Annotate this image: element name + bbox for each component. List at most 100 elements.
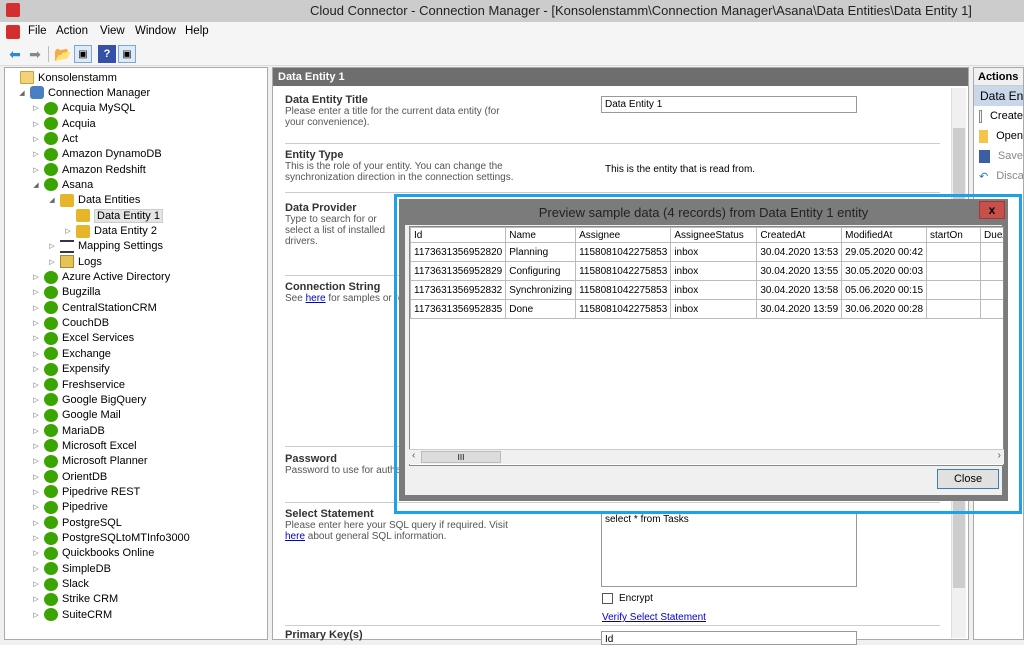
dialog-close-icon[interactable]: x (979, 201, 1005, 219)
table-cell[interactable]: 29.05.2020 00:42 (841, 242, 928, 262)
column-header[interactable]: Assignee (575, 227, 672, 243)
table-cell[interactable]: Done (505, 299, 577, 319)
table-cell[interactable]: inbox (670, 299, 758, 319)
table-cell[interactable]: 1173631356952829 (410, 261, 507, 281)
table-cell[interactable] (926, 299, 982, 319)
menu-help[interactable]: Help (185, 25, 209, 37)
expand-toggle-icon[interactable]: ▷ (31, 457, 41, 465)
action-save[interactable]: Save (974, 146, 1023, 166)
expand-toggle-icon[interactable]: ▷ (31, 288, 41, 296)
tree-item-connector[interactable]: ▷ Acquia (31, 116, 96, 131)
table-row[interactable]: 1173631356952820 Planning 1158081042275853… (410, 242, 1003, 262)
expand-toggle-icon[interactable]: ▷ (31, 304, 41, 312)
column-header[interactable]: startOn (926, 227, 982, 243)
tree-item-connector[interactable]: ▷ CentralStationCRM (31, 300, 157, 315)
expand-toggle-icon[interactable]: ▷ (31, 120, 41, 128)
tree-item-connector[interactable]: ▷ Google Mail (31, 408, 121, 423)
table-cell[interactable]: 30.06.2020 00:28 (841, 299, 928, 319)
column-header[interactable]: Name (505, 227, 577, 243)
expand-toggle-icon[interactable]: ▷ (31, 580, 41, 588)
table-cell[interactable] (980, 280, 1003, 300)
tree-item-connector[interactable]: ▷ Strike CRM (31, 592, 118, 607)
table-cell[interactable]: inbox (670, 280, 758, 300)
encrypt-checkbox[interactable] (602, 593, 613, 604)
table-cell[interactable]: 1158081042275853 (575, 280, 672, 300)
table-cell[interactable]: 05.06.2020 00:15 (841, 280, 928, 300)
table-row[interactable]: 1173631356952832 Synchronizing 11580810422… (410, 280, 1003, 300)
tree-item-connector[interactable]: ▷ MariaDB (31, 423, 105, 438)
expand-toggle-icon[interactable]: ▷ (31, 350, 41, 358)
table-cell[interactable]: Synchronizing (505, 280, 577, 300)
show-hide-tree-icon[interactable]: ▣ (74, 45, 92, 63)
tree-item-connector[interactable]: ▷ PostgreSQL (31, 515, 122, 530)
tree-item-connector[interactable]: ▷ Act (31, 131, 78, 146)
tree-item-connector[interactable]: ▷ Bugzilla (31, 285, 101, 300)
forward-arrow-icon[interactable]: ➡ (26, 45, 44, 63)
tree-item-konsolenstamm[interactable]: Konsolenstamm (7, 70, 117, 85)
scroll-left-icon[interactable]: ‹ (412, 450, 415, 461)
tree-item-logs[interactable]: ▷ Logs (47, 254, 102, 269)
column-header[interactable]: CreatedAt (756, 227, 843, 243)
expand-toggle-icon[interactable]: ▷ (47, 258, 57, 266)
table-cell[interactable]: 1158081042275853 (575, 261, 672, 281)
table-cell[interactable] (980, 242, 1003, 262)
tree-item-connector[interactable]: ▷ Amazon DynamoDB (31, 147, 162, 162)
tree-item-connector[interactable]: ▷ Pipedrive (31, 500, 108, 515)
expand-toggle-icon[interactable]: ◢ (47, 196, 57, 204)
expand-toggle-icon[interactable]: ◢ (17, 89, 27, 97)
table-cell[interactable]: 30.04.2020 13:55 (756, 261, 843, 281)
expand-toggle-icon[interactable]: ▷ (31, 427, 41, 435)
table-cell[interactable]: 30.05.2020 00:03 (841, 261, 928, 281)
table-cell[interactable]: 1173631356952820 (410, 242, 507, 262)
expand-toggle-icon[interactable]: ▷ (31, 442, 41, 450)
expand-toggle-icon[interactable]: ▷ (31, 104, 41, 112)
back-arrow-icon[interactable]: ⬅ (6, 45, 24, 63)
expand-toggle-icon[interactable]: ▷ (31, 611, 41, 619)
expand-toggle-icon[interactable]: ▷ (47, 242, 57, 250)
tree-item-connector[interactable]: ▷ SimpleDB (31, 561, 111, 576)
tree-item-connector[interactable]: ▷ Expensify (31, 362, 110, 377)
expand-toggle-icon[interactable]: ▷ (31, 565, 41, 573)
column-header[interactable]: DueAt (980, 227, 1003, 243)
table-row[interactable]: 1173631356952835 Done 1158081042275853 inbo… (410, 299, 1003, 319)
verify-select-statement-link[interactable]: Verify Select Statement (602, 612, 706, 623)
table-cell[interactable]: 30.04.2020 13:58 (756, 280, 843, 300)
tree-item-connection-manager[interactable]: ◢ Connection Manager (17, 85, 150, 100)
table-cell[interactable]: 1158081042275853 (575, 242, 672, 262)
table-cell[interactable]: inbox (670, 242, 758, 262)
tree-item-data-entity-2[interactable]: ▷ Data Entity 2 (63, 224, 157, 239)
tree-item-connector[interactable]: ▷ Slack (31, 577, 89, 592)
expand-toggle-icon[interactable]: ▷ (31, 534, 41, 542)
tree-item-connector[interactable]: ▷ Exchange (31, 346, 111, 361)
table-cell[interactable]: 30.04.2020 13:59 (756, 299, 843, 319)
expand-toggle-icon[interactable]: ▷ (31, 396, 41, 404)
tree-item-connector[interactable]: ▷ Azure Active Directory (31, 270, 170, 285)
tree-item-connector[interactable]: ▷ Freshservice (31, 377, 125, 392)
expand-toggle-icon[interactable]: ▷ (31, 381, 41, 389)
expand-toggle-icon[interactable]: ▷ (31, 549, 41, 557)
action-discard[interactable]: ↶ Discard (974, 166, 1023, 186)
table-cell[interactable] (926, 280, 982, 300)
table-cell[interactable]: Configuring (505, 261, 577, 281)
tree-item-connector[interactable]: ▷ Google BigQuery (31, 392, 146, 407)
tree-item-mapping-settings[interactable]: ▷ Mapping Settings (47, 239, 163, 254)
table-cell[interactable]: 1158081042275853 (575, 299, 672, 319)
table-cell[interactable]: inbox (670, 261, 758, 281)
tree-item-connector[interactable]: ▷ Amazon Redshift (31, 162, 146, 177)
close-button[interactable]: Close (937, 469, 999, 489)
expand-toggle-icon[interactable]: ▷ (31, 365, 41, 373)
expand-toggle-icon[interactable]: ▷ (31, 150, 41, 158)
expand-toggle-icon[interactable]: ▷ (31, 319, 41, 327)
help-icon[interactable]: ? (98, 45, 116, 63)
table-cell[interactable]: 1173631356952835 (410, 299, 507, 319)
expand-toggle-icon[interactable]: ▷ (31, 503, 41, 511)
tree-item-data-entities[interactable]: ◢ Data Entities (47, 193, 140, 208)
table-cell[interactable]: Planning (505, 242, 577, 262)
column-header[interactable]: AssigneeStatus (670, 227, 758, 243)
table-row[interactable]: 1173631356952829 Configuring 1158081042275… (410, 261, 1003, 281)
menu-window[interactable]: Window (135, 25, 176, 37)
expand-toggle-icon[interactable]: ▷ (31, 135, 41, 143)
tree-item-connector[interactable]: ▷ Acquia MySQL (31, 101, 135, 116)
expand-toggle-icon[interactable]: ▷ (63, 227, 73, 235)
column-header[interactable]: ModifiedAt (841, 227, 928, 243)
